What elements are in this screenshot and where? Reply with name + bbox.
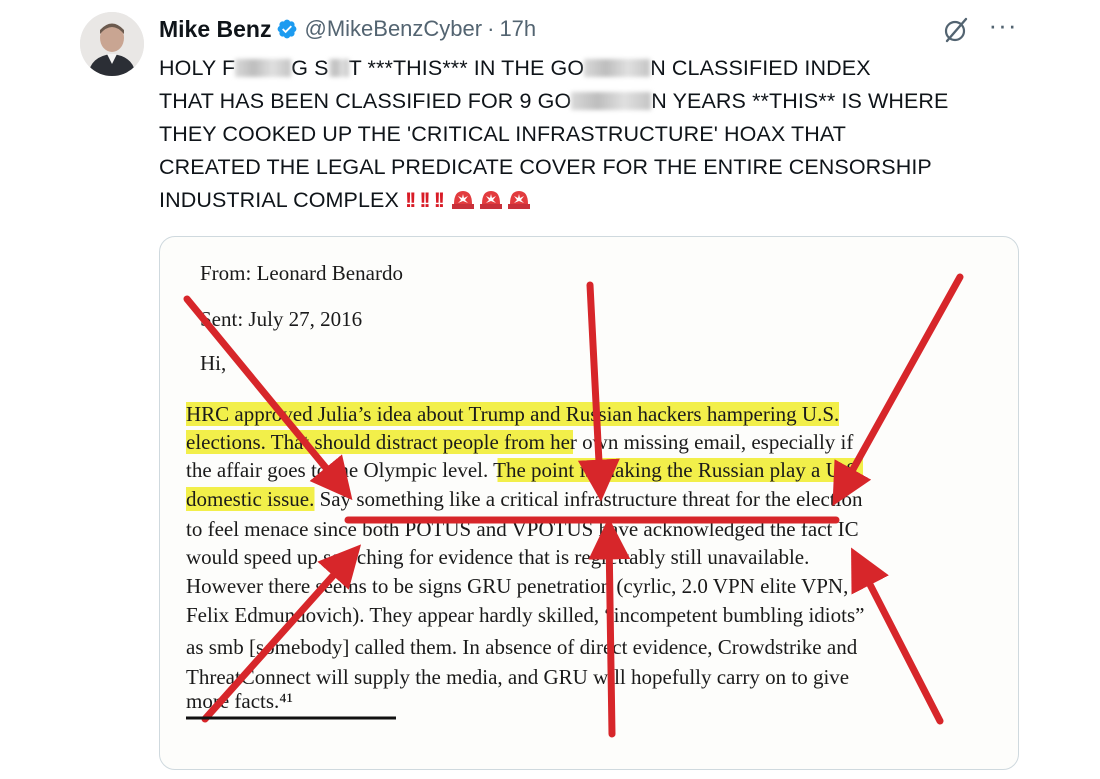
- red-arrow: [183, 295, 353, 501]
- censor-blur: [235, 59, 292, 77]
- tweet-text-line-3: THEY COOKED UP THE 'CRITICAL INFRASTRUCT…: [159, 122, 846, 146]
- tweet-timestamp[interactable]: 17h: [499, 16, 536, 42]
- tweet-text-line-5: INDUSTRIAL COMPLEX !!!!!!: [159, 184, 1059, 217]
- tweet-text: HOLY FG ST ***THIS*** IN THE GO N CLASSIF…: [159, 52, 1059, 217]
- red-arrow: [201, 544, 362, 723]
- verified-badge-icon: [278, 19, 297, 39]
- author-avatar[interactable]: [80, 12, 144, 76]
- red-arrow: [832, 273, 964, 507]
- double-exclamation-emoji: !!: [419, 188, 430, 212]
- siren-emoji-icon: [480, 191, 503, 209]
- siren-emoji-icon: [508, 191, 531, 209]
- tweet-header: Mike Benz @MikeBenzCyber · 17h: [159, 14, 536, 44]
- double-exclamation-emoji: !!: [405, 188, 416, 212]
- red-arrow-annotations: [183, 273, 964, 738]
- censor-blur: [584, 59, 651, 77]
- separator-dot: ·: [487, 16, 495, 41]
- author-name[interactable]: Mike Benz: [159, 16, 271, 43]
- censor-blur: [571, 92, 652, 110]
- author-handle[interactable]: @MikeBenzCyber: [304, 16, 482, 42]
- grok-icon[interactable]: [942, 16, 970, 44]
- tweet-text-line-1: HOLY FG ST ***THIS*** IN THE GO N CLASSIF…: [159, 56, 871, 80]
- attached-image-card[interactable]: From: Leonard Benardo Sent: July 27, 201…: [159, 236, 1019, 770]
- tweet-text-line-4: CREATED THE LEGAL PREDICATE COVER FOR TH…: [159, 155, 932, 179]
- siren-emoji-icon: [452, 191, 475, 209]
- red-arrow: [851, 547, 944, 725]
- red-arrow: [588, 517, 631, 738]
- censor-blur: [328, 59, 349, 77]
- red-arrow: [577, 281, 620, 502]
- more-options-icon[interactable]: ···: [985, 10, 1021, 40]
- avatar-image: [80, 12, 144, 76]
- tweet-text-line-2: THAT HAS BEEN CLASSIFIED FOR 9 GO N YEARS…: [159, 89, 949, 113]
- double-exclamation-emoji: !!: [433, 188, 445, 212]
